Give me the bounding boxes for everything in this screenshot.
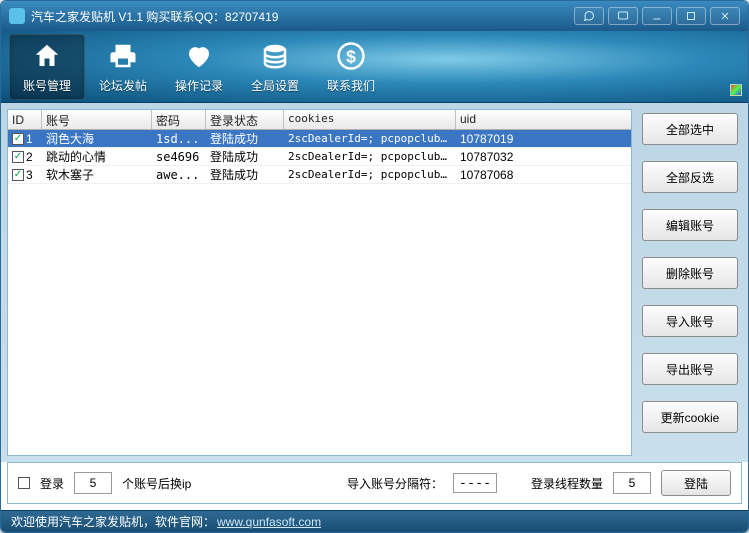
- cell-uid: 10787068: [456, 167, 631, 183]
- table-header-row: ID 账号 密码 登录状态 cookies uid: [8, 110, 631, 130]
- titlebar-settings-button[interactable]: [608, 7, 638, 25]
- th-login[interactable]: 登录状态: [206, 110, 284, 129]
- cell-pwd: 1sd...: [152, 131, 206, 147]
- import-sep-input[interactable]: [453, 473, 497, 493]
- table-body[interactable]: 1润色大海1sd...登陆成功2scDealerId=; pcpopclub=C…: [8, 130, 631, 455]
- minimize-button[interactable]: [642, 7, 672, 25]
- cell-id: 1: [26, 132, 33, 146]
- login-check-label: 登录: [40, 475, 64, 492]
- cell-uid: 10787019: [456, 131, 631, 147]
- toolbar-label: 论坛发帖: [99, 77, 147, 94]
- toolbar-coins-button[interactable]: 全局设置: [237, 34, 313, 100]
- side-button-3[interactable]: 删除账号: [642, 257, 738, 289]
- heart-icon: [182, 39, 216, 73]
- cell-user: 软木塞子: [42, 165, 152, 184]
- row-checkbox[interactable]: [12, 151, 24, 163]
- toolbar: 账号管理 论坛发帖 操作记录 全局设置 $ 联系我们: [1, 31, 748, 103]
- cell-cookies: 2scDealerId=; pcpopclub=C...: [284, 131, 456, 146]
- app-window: 汽车之家发贴机 V1.1 购买联系QQ：82707419 账号管理 论坛发帖 操作记…: [0, 0, 749, 533]
- th-uid[interactable]: uid: [456, 110, 631, 129]
- status-bar: 欢迎使用汽车之家发贴机，软件官网： www.qunfasoft.com: [1, 510, 748, 532]
- login-switchip-checkbox[interactable]: [18, 477, 30, 489]
- home-icon: [30, 39, 64, 73]
- login-count-input[interactable]: [74, 472, 112, 494]
- dollar-icon: $: [334, 39, 368, 73]
- bottom-bar: 登录 个账号后换ip 导入账号分隔符： 登录线程数量 登陆: [7, 462, 742, 504]
- main-area: ID 账号 密码 登录状态 cookies uid 1润色大海1sd...登陆成…: [1, 103, 748, 462]
- toolbar-print-button[interactable]: 论坛发帖: [85, 34, 161, 100]
- cell-login: 登陆成功: [206, 165, 284, 184]
- toolbar-dollar-button[interactable]: $ 联系我们: [313, 34, 389, 100]
- login-button[interactable]: 登陆: [661, 470, 731, 496]
- cell-login: 登陆成功: [206, 130, 284, 148]
- close-button[interactable]: [710, 7, 740, 25]
- thread-label: 登录线程数量: [531, 475, 603, 492]
- toolbar-home-button[interactable]: 账号管理: [9, 34, 85, 100]
- toolbar-label: 全局设置: [251, 77, 299, 94]
- cell-uid: 10787032: [456, 149, 631, 165]
- titlebar: 汽车之家发贴机 V1.1 购买联系QQ：82707419: [1, 1, 748, 31]
- cell-user: 润色大海: [42, 130, 152, 148]
- titlebar-chat-button[interactable]: [574, 7, 604, 25]
- side-button-0[interactable]: 全部选中: [642, 113, 738, 145]
- table-row[interactable]: 1 润色大海1sd...登陆成功2scDealerId=; pcpopclub=C…: [8, 130, 631, 148]
- table-row[interactable]: 2 跳动的心情se4696登陆成功2scDealerId=; pcpopclub=…: [8, 148, 631, 166]
- th-pwd[interactable]: 密码: [152, 110, 206, 129]
- toolbar-label: 账号管理: [23, 77, 71, 94]
- thread-count-input[interactable]: [613, 472, 651, 494]
- th-id[interactable]: ID: [8, 110, 42, 129]
- cell-cookies: 2scDealerId=; pcpopclub=3...: [284, 149, 456, 164]
- app-icon: [9, 8, 25, 24]
- import-sep-label: 导入账号分隔符：: [347, 475, 443, 492]
- side-button-5[interactable]: 导出账号: [642, 353, 738, 385]
- status-text: 欢迎使用汽车之家发贴机，软件官网：: [11, 513, 215, 530]
- toolbar-label: 联系我们: [327, 77, 375, 94]
- login-count-suffix: 个账号后换ip: [122, 475, 191, 492]
- cell-id: 2: [26, 150, 33, 164]
- maximize-button[interactable]: [676, 7, 706, 25]
- side-button-6[interactable]: 更新cookie: [642, 401, 738, 433]
- coins-icon: [258, 39, 292, 73]
- cell-cookies: 2scDealerId=; pcpopclub=3...: [284, 167, 456, 182]
- th-cookies[interactable]: cookies: [284, 110, 456, 129]
- cell-pwd: se4696: [152, 149, 206, 165]
- toolbar-heart-button[interactable]: 操作记录: [161, 34, 237, 100]
- table-row[interactable]: 3 软木塞子awe...登陆成功2scDealerId=; pcpopclub=3…: [8, 166, 631, 184]
- cell-user: 跳动的心情: [42, 147, 152, 166]
- cell-id: 3: [26, 168, 33, 182]
- account-table: ID 账号 密码 登录状态 cookies uid 1润色大海1sd...登陆成…: [7, 109, 632, 456]
- status-link[interactable]: www.qunfasoft.com: [217, 515, 321, 529]
- window-title: 汽车之家发贴机 V1.1 购买联系QQ：82707419: [31, 8, 278, 25]
- row-checkbox[interactable]: [12, 169, 24, 181]
- side-button-4[interactable]: 导入账号: [642, 305, 738, 337]
- cell-login: 登陆成功: [206, 147, 284, 166]
- svg-text:$: $: [346, 46, 356, 66]
- side-button-2[interactable]: 编辑账号: [642, 209, 738, 241]
- print-icon: [106, 39, 140, 73]
- cell-pwd: awe...: [152, 167, 206, 183]
- side-buttons: 全部选中全部反选编辑账号删除账号导入账号导出账号更新cookie: [638, 109, 742, 456]
- toolbar-label: 操作记录: [175, 77, 223, 94]
- side-button-1[interactable]: 全部反选: [642, 161, 738, 193]
- row-checkbox[interactable]: [12, 133, 24, 145]
- th-user[interactable]: 账号: [42, 110, 152, 129]
